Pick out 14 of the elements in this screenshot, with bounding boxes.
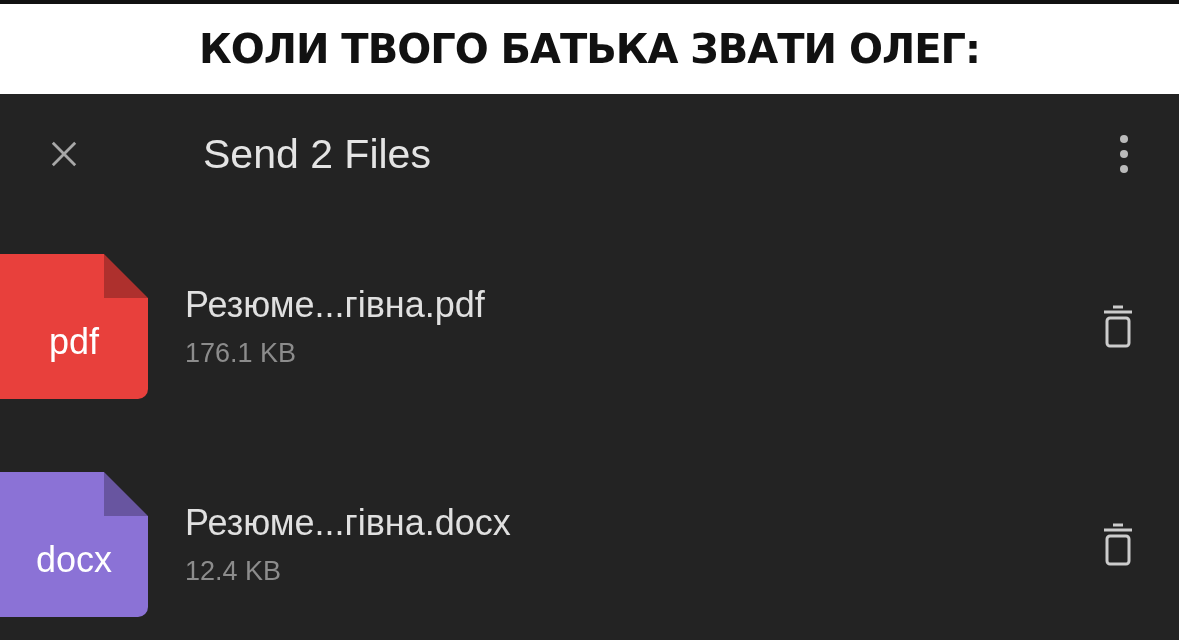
file-size: 12.4 KB [185, 556, 283, 587]
file-type-label: pdf [48, 320, 99, 363]
close-icon[interactable] [50, 140, 78, 168]
file-type-label: docx [35, 538, 112, 581]
file-size: 176.1 KB [185, 338, 298, 369]
caption: КОЛИ ТВОГО БАТЬКА ЗВАТИ ОЛЕГ: [199, 26, 980, 72]
file-name: Резюме...гівна.docx [185, 502, 512, 544]
menu-icon[interactable] [1119, 134, 1129, 174]
trash-icon[interactable] [1103, 522, 1133, 567]
folded-corner [104, 254, 148, 298]
file-name: Резюме...гівна.pdf [185, 284, 486, 326]
screen-title: Send 2 Files [203, 130, 432, 178]
folded-corner [104, 472, 148, 516]
trash-icon[interactable] [1103, 304, 1133, 349]
